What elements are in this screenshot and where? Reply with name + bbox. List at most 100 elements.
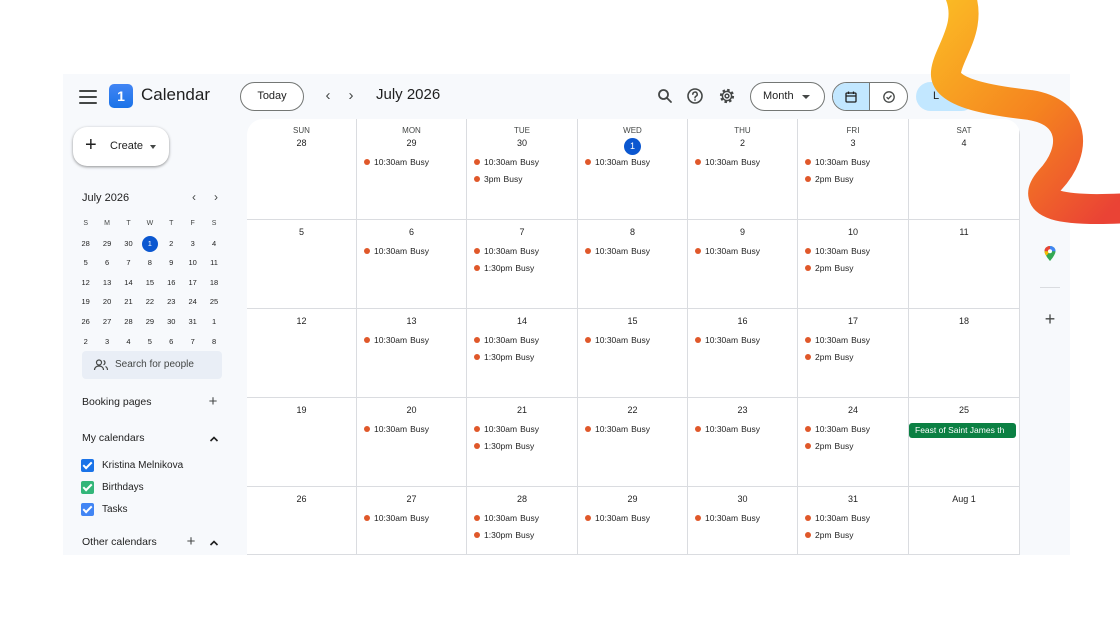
event-item[interactable]: 10:30am Busy <box>805 422 870 436</box>
chevron-up-icon[interactable] <box>209 538 219 548</box>
mini-calendar-day[interactable]: 26 <box>75 312 96 332</box>
day-cell[interactable]: WED 1 10:30am Busy <box>578 119 688 220</box>
mini-calendar-day[interactable]: 30 <box>161 312 182 332</box>
date-number[interactable]: 10 <box>798 227 908 237</box>
mini-calendar-day[interactable]: 6 <box>161 332 182 352</box>
day-cell[interactable]: 5 <box>247 220 357 309</box>
my-calendars-label[interactable]: My calendars <box>82 432 144 444</box>
date-number[interactable]: 13 <box>357 316 466 326</box>
day-cell[interactable]: 25 Feast of Saint James th <box>909 398 1020 487</box>
date-number[interactable]: 2 <box>688 138 797 148</box>
day-cell[interactable]: 16 10:30am Busy <box>688 309 798 398</box>
mini-calendar-next-button[interactable]: › <box>208 189 224 205</box>
day-cell[interactable]: 28 10:30am Busy 1:30pm Busy <box>467 487 578 555</box>
mini-calendar-day[interactable]: 1 <box>203 312 224 332</box>
date-number[interactable]: 29 <box>357 138 466 148</box>
date-number[interactable]: 25 <box>909 405 1019 415</box>
event-item[interactable]: 10:30am Busy <box>474 511 539 525</box>
date-number[interactable]: 16 <box>688 316 797 326</box>
event-item[interactable]: 10:30am Busy <box>805 511 870 525</box>
mini-calendar-day[interactable]: 8 <box>139 253 160 273</box>
day-cell[interactable]: 27 10:30am Busy <box>357 487 467 555</box>
add-booking-page-icon[interactable]: + <box>205 394 221 410</box>
mini-calendar-day[interactable]: 4 <box>203 234 224 254</box>
mini-calendar-day[interactable]: 10 <box>182 253 203 273</box>
mini-calendar-day[interactable]: 24 <box>182 292 203 312</box>
event-item[interactable]: 10:30am Busy <box>695 333 760 347</box>
day-cell[interactable]: FRI 3 10:30am Busy 2pm Busy <box>798 119 909 220</box>
day-cell[interactable]: 10 10:30am Busy 2pm Busy <box>798 220 909 309</box>
event-item[interactable]: 2pm Busy <box>805 172 853 186</box>
event-item[interactable]: 1:30pm Busy <box>474 439 534 453</box>
event-item[interactable]: 10:30am Busy <box>585 155 650 169</box>
event-item[interactable]: 2pm Busy <box>805 261 853 275</box>
mini-calendar-day[interactable]: 9 <box>161 253 182 273</box>
event-item[interactable]: 10:30am Busy <box>585 422 650 436</box>
date-number[interactable]: 28 <box>247 138 356 148</box>
mini-calendar-day[interactable]: 29 <box>139 312 160 332</box>
event-item[interactable]: 10:30am Busy <box>364 155 429 169</box>
mini-calendar-day[interactable]: 4 <box>118 332 139 352</box>
mini-calendar-day[interactable]: 21 <box>118 292 139 312</box>
mini-calendar-day[interactable]: 3 <box>96 332 117 352</box>
day-cell[interactable]: 24 10:30am Busy 2pm Busy <box>798 398 909 487</box>
day-cell[interactable]: 12 <box>247 309 357 398</box>
day-cell[interactable]: SUN 28 <box>247 119 357 220</box>
mini-calendar-day[interactable]: 5 <box>139 332 160 352</box>
event-item[interactable]: 10:30am Busy <box>474 155 539 169</box>
day-cell[interactable]: 6 10:30am Busy <box>357 220 467 309</box>
create-button[interactable]: + Create <box>73 127 169 166</box>
day-cell[interactable]: 9 10:30am Busy <box>688 220 798 309</box>
event-item[interactable]: 1:30pm Busy <box>474 528 534 542</box>
day-cell[interactable]: Aug 1 <box>909 487 1020 555</box>
mini-calendar-day[interactable]: 14 <box>118 273 139 293</box>
other-calendars-label[interactable]: Other calendars <box>82 536 157 548</box>
previous-period-button[interactable]: ‹ <box>318 86 338 106</box>
add-icon[interactable]: + <box>1038 307 1062 331</box>
mini-calendar-day[interactable]: 15 <box>139 273 160 293</box>
mini-calendar-day[interactable]: 13 <box>96 273 117 293</box>
mini-calendar-prev-button[interactable]: ‹ <box>186 189 202 205</box>
chevron-up-icon[interactable] <box>209 434 219 444</box>
day-cell[interactable]: 21 10:30am Busy 1:30pm Busy <box>467 398 578 487</box>
event-item[interactable]: 10:30am Busy <box>364 333 429 347</box>
event-item[interactable]: 2pm Busy <box>805 350 853 364</box>
maps-icon[interactable] <box>1038 245 1062 269</box>
day-cell[interactable]: 7 10:30am Busy 1:30pm Busy <box>467 220 578 309</box>
mini-calendar-day[interactable]: 25 <box>203 292 224 312</box>
event-item[interactable]: 10:30am Busy <box>805 333 870 347</box>
mini-calendar-day[interactable]: 12 <box>75 273 96 293</box>
event-item[interactable]: 10:30am Busy <box>695 244 760 258</box>
mini-calendar-day[interactable]: 6 <box>96 253 117 273</box>
event-item[interactable]: 10:30am Busy <box>364 422 429 436</box>
day-cell[interactable]: 15 10:30am Busy <box>578 309 688 398</box>
date-number[interactable]: 26 <box>247 494 356 504</box>
mini-calendar-day[interactable]: 11 <box>203 253 224 273</box>
event-item[interactable]: 10:30am Busy <box>364 244 429 258</box>
date-number[interactable]: 5 <box>247 227 356 237</box>
date-number[interactable]: 29 <box>578 494 687 504</box>
date-number[interactable]: 8 <box>578 227 687 237</box>
event-item[interactable]: 10:30am Busy <box>695 511 760 525</box>
mini-calendar-day[interactable]: 17 <box>182 273 203 293</box>
all-day-event-chip[interactable]: Feast of Saint James th <box>909 423 1016 438</box>
event-item[interactable]: 1:30pm Busy <box>474 261 534 275</box>
mini-calendar-day[interactable]: 23 <box>161 292 182 312</box>
event-item[interactable]: 10:30am Busy <box>364 511 429 525</box>
date-number[interactable]: 17 <box>798 316 908 326</box>
day-cell[interactable]: 20 10:30am Busy <box>357 398 467 487</box>
day-cell[interactable]: 14 10:30am Busy 1:30pm Busy <box>467 309 578 398</box>
day-cell[interactable]: 8 10:30am Busy <box>578 220 688 309</box>
day-cell[interactable]: 18 <box>909 309 1020 398</box>
event-item[interactable]: 2pm Busy <box>805 528 853 542</box>
event-item[interactable]: 10:30am Busy <box>585 511 650 525</box>
day-cell[interactable]: 13 10:30am Busy <box>357 309 467 398</box>
today-date-number[interactable]: 1 <box>578 138 687 155</box>
calendar-toggle-item[interactable]: Birthdays <box>81 479 144 495</box>
date-number[interactable]: 15 <box>578 316 687 326</box>
mini-calendar-day[interactable]: 19 <box>75 292 96 312</box>
mini-calendar-day[interactable]: 7 <box>118 253 139 273</box>
date-number[interactable]: 14 <box>467 316 577 326</box>
mini-calendar-day[interactable]: 30 <box>118 234 139 254</box>
date-number[interactable]: 3 <box>798 138 908 148</box>
